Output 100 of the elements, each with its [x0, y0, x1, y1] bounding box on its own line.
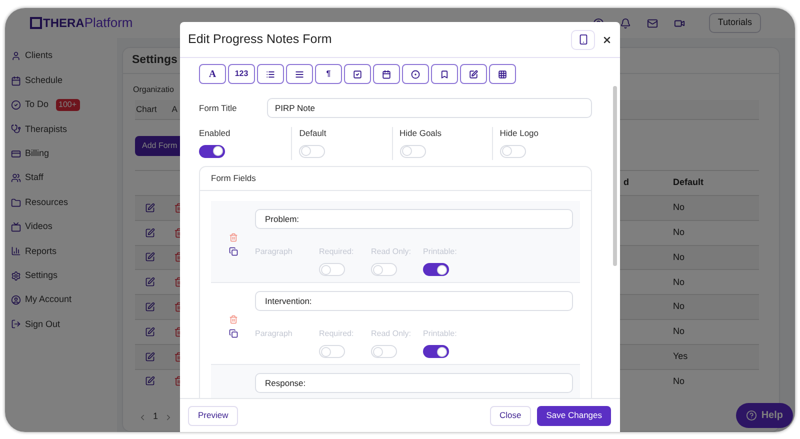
- table-cell-text: Yes: [673, 350, 689, 363]
- user-circle-icon: [11, 295, 21, 306]
- screen-icon: [11, 222, 21, 232]
- toggle-switch[interactable]: [199, 144, 225, 158]
- sidebar-item[interactable]: Therapists: [11, 117, 117, 142]
- mail-icon[interactable]: [646, 18, 658, 28]
- help-button[interactable]: Help: [736, 403, 793, 428]
- sidebar-item[interactable]: Resources: [11, 190, 117, 215]
- toggle-label: Enabled: [199, 127, 232, 140]
- table-cell-text: No: [673, 300, 686, 314]
- bar-chart-icon: [11, 246, 21, 256]
- page-number[interactable]: 1: [153, 410, 158, 424]
- edit-icon[interactable]: [144, 302, 154, 312]
- toolbar-button[interactable]: ¶: [315, 64, 342, 84]
- toolbar-button[interactable]: A: [199, 64, 226, 84]
- sidebar-item[interactable]: Settings: [11, 264, 117, 288]
- sidebar-item[interactable]: Sign Out: [11, 312, 117, 337]
- credit-card-icon: [11, 148, 21, 159]
- copy-icon[interactable]: [228, 247, 238, 256]
- calendar-icon: [11, 76, 21, 86]
- tab[interactable]: Chart: [136, 103, 157, 116]
- toolbar-button[interactable]: [373, 64, 400, 84]
- radio-icon: [411, 70, 420, 78]
- switch-label: Printable:: [423, 328, 458, 340]
- sidebar-item[interactable]: Clients: [11, 44, 117, 68]
- tab[interactable]: A: [172, 103, 178, 116]
- edit-icon[interactable]: [144, 376, 154, 386]
- column-header: d: [622, 176, 629, 190]
- table-cell-text: No: [673, 374, 686, 388]
- toggle-label: Hide Logo: [500, 127, 540, 140]
- save-changes-button[interactable]: Save Changes: [537, 406, 611, 426]
- video-icon[interactable]: [674, 18, 685, 28]
- table-cell-text: No: [673, 276, 686, 289]
- checkbox-icon: [353, 70, 362, 78]
- toggle-switch[interactable]: [423, 263, 449, 276]
- person-icon: [11, 51, 21, 62]
- table-cell-text: No: [673, 250, 686, 264]
- bookmark-icon: [440, 70, 449, 78]
- toolbar-button[interactable]: [402, 64, 429, 84]
- toolbar-button[interactable]: [431, 64, 458, 84]
- toolbar-button[interactable]: 123: [228, 64, 255, 84]
- edit-icon[interactable]: [144, 277, 154, 288]
- table-cell-text: No: [673, 226, 686, 239]
- toolbar-button[interactable]: [489, 64, 516, 84]
- stethoscope-icon: [11, 124, 21, 134]
- folder-icon: [11, 198, 21, 208]
- phone-icon: [578, 34, 588, 45]
- toggle-label: Hide Goals: [400, 127, 443, 140]
- sidebar-item[interactable]: Staff: [11, 166, 117, 190]
- grid-icon: [498, 70, 507, 78]
- sign-out-icon: [11, 319, 21, 330]
- people-icon: [11, 173, 21, 184]
- mobile-preview-button[interactable]: [571, 30, 595, 50]
- sidebar-item[interactable]: Schedule: [11, 68, 117, 93]
- column-header: Default: [673, 176, 705, 190]
- toggle-switch[interactable]: [423, 345, 449, 358]
- check-circle-icon: [11, 100, 21, 110]
- sidebar-item[interactable]: Reports: [11, 239, 117, 264]
- scrollbar[interactable]: [613, 86, 617, 266]
- switch-label: Read Only:: [371, 328, 412, 340]
- bell-icon[interactable]: [620, 18, 631, 28]
- table-cell-text: No: [673, 325, 686, 338]
- calendar-icon: [382, 70, 391, 78]
- sidebar-item[interactable]: Videos: [11, 214, 117, 240]
- tutorials-button[interactable]: Tutorials: [708, 13, 761, 33]
- preview-button[interactable]: Preview: [188, 406, 238, 426]
- toggle-label: Default: [299, 127, 328, 140]
- dialog-title: Edit Progress Notes Form: [188, 31, 333, 48]
- field-name-input[interactable]: Intervention:: [255, 291, 573, 311]
- close-button[interactable]: Close: [490, 406, 532, 426]
- form-title-field[interactable]: PIRP Note: [267, 98, 592, 118]
- field-type: Paragraph: [255, 328, 294, 340]
- toolbar-button[interactable]: [286, 64, 313, 84]
- page-title: Settings: [132, 52, 178, 68]
- copy-icon[interactable]: [228, 329, 238, 338]
- switch-label: Required:: [319, 328, 355, 340]
- section-title: Organizatio: [133, 84, 175, 96]
- edit-icon[interactable]: [144, 252, 154, 262]
- help-icon: [746, 410, 758, 421]
- logo-icon: [30, 17, 42, 29]
- close-icon[interactable]: [602, 34, 612, 44]
- logo: THERAPlatform: [30, 13, 133, 33]
- field-label: Form Title: [199, 102, 238, 115]
- sidebar-item[interactable]: Billing: [11, 142, 117, 166]
- sidebar-item[interactable]: My Account: [11, 288, 117, 312]
- edit-icon[interactable]: [144, 202, 154, 213]
- edit-icon[interactable]: [144, 352, 154, 362]
- field-name-input[interactable]: Response:: [255, 373, 573, 393]
- panel-title: Form Fields: [211, 172, 256, 185]
- toolbar-button[interactable]: [344, 64, 371, 84]
- toolbar-button[interactable]: [460, 64, 487, 84]
- field-name-input[interactable]: Problem:: [255, 209, 573, 229]
- table-cell-text: No: [673, 201, 686, 214]
- toolbar-button[interactable]: [257, 64, 284, 84]
- edit-icon: [469, 70, 478, 78]
- edit-icon[interactable]: [144, 228, 154, 238]
- edit-icon[interactable]: [144, 326, 154, 337]
- sidebar-item[interactable]: To Do 100+: [11, 92, 117, 118]
- list-icon: [266, 70, 275, 78]
- align-icon: [295, 70, 304, 78]
